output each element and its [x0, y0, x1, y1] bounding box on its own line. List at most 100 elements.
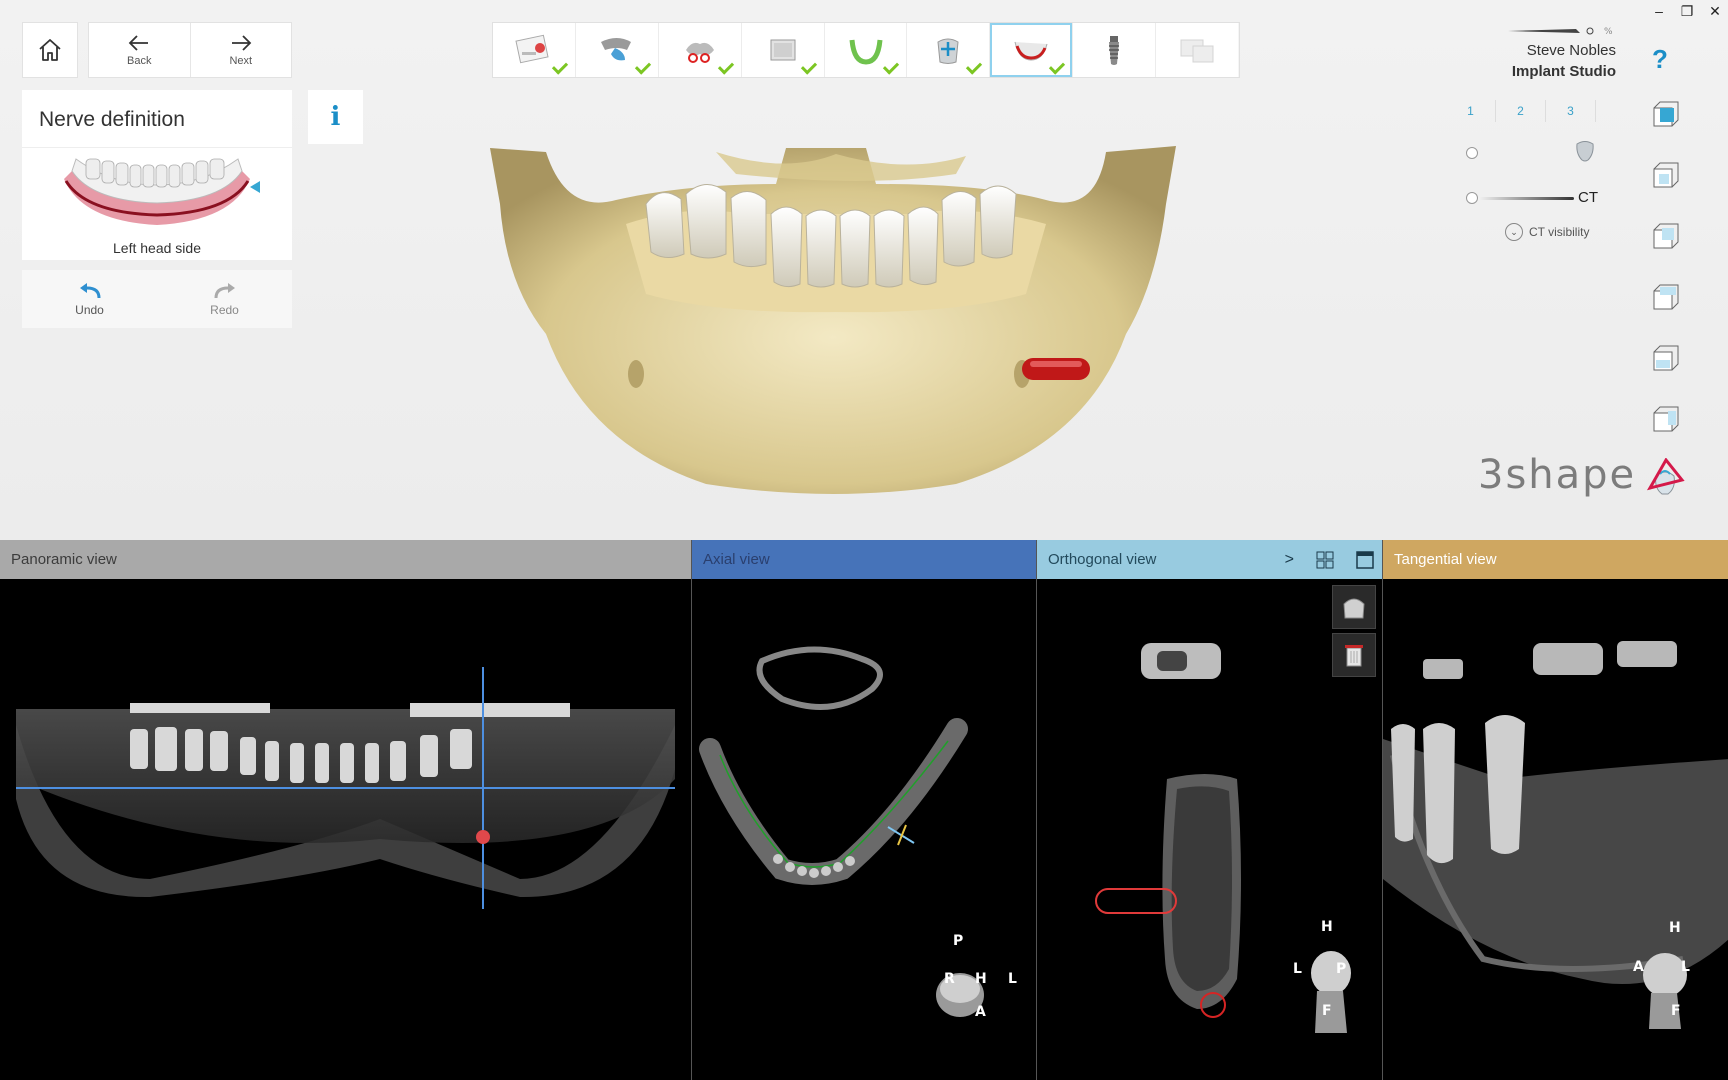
- axial-view: Axial view P R H L A: [691, 540, 1036, 1080]
- minimize-button[interactable]: –: [1652, 2, 1666, 20]
- redo-button[interactable]: Redo: [157, 270, 292, 328]
- orient-center: H: [975, 971, 987, 987]
- wf-step-volume[interactable]: [742, 23, 825, 77]
- panoramic-view-canvas[interactable]: [0, 579, 691, 1080]
- slider-knob[interactable]: [1466, 192, 1478, 204]
- orient-left: A: [1633, 959, 1644, 975]
- layout-tabs: 1 2 3: [1446, 100, 1596, 122]
- undo-label: Undo: [75, 302, 104, 317]
- orientation-head-icon[interactable]: [1303, 937, 1363, 1037]
- layout-tab-2[interactable]: 2: [1496, 100, 1546, 122]
- product-name: Implant Studio: [1511, 63, 1616, 80]
- trash-icon: [1345, 645, 1363, 667]
- nerve-point-marker: [476, 830, 490, 844]
- back-button[interactable]: Back: [89, 23, 190, 77]
- wf-step-nerve[interactable]: [990, 23, 1074, 77]
- orientation-head-icon[interactable]: [920, 951, 1000, 1041]
- view-cube-icon[interactable]: [1650, 344, 1680, 374]
- workspace-top: – ❐ ✕ Back Next Nerve definition Left he…: [0, 0, 1728, 540]
- orient-bottom: A: [975, 1004, 986, 1020]
- user-info: Steve Nobles Implant Studio: [1512, 40, 1616, 82]
- orient-top: H: [1669, 920, 1681, 936]
- 3d-view[interactable]: [486, 144, 1180, 494]
- panoramic-view-header[interactable]: Panoramic view: [0, 540, 691, 579]
- axial-view-canvas[interactable]: P R H L A: [692, 579, 1036, 1080]
- layout-tab-3[interactable]: 3: [1546, 100, 1596, 122]
- back-label: Back: [127, 55, 152, 67]
- info-icon: i: [330, 102, 341, 132]
- view-cube-icon[interactable]: [1650, 222, 1680, 252]
- volume-icon: [770, 39, 796, 61]
- brand-mark-icon: [1646, 458, 1685, 491]
- tangential-view-header[interactable]: Tangential view: [1383, 540, 1728, 579]
- home-button[interactable]: [22, 22, 78, 78]
- step-title: Nerve definition: [22, 90, 292, 148]
- orient-top: H: [1321, 919, 1333, 935]
- wf-step-report[interactable]: [1156, 23, 1240, 77]
- step-caption: Left head side: [113, 240, 201, 256]
- next-label: Next: [229, 55, 253, 67]
- brand-logo: 3shape: [1478, 452, 1637, 498]
- orient-top: P: [953, 933, 964, 949]
- view-header-buttons: >: [1285, 540, 1374, 579]
- orient-left: R: [944, 971, 955, 987]
- layout-tab-1[interactable]: 1: [1446, 100, 1496, 122]
- home-icon: [39, 39, 61, 61]
- pen-icon: %: [1508, 27, 1613, 36]
- navigation-group: Back Next: [88, 22, 292, 78]
- wf-step-arch[interactable]: [825, 23, 908, 77]
- tooth-opacity-icon: [1576, 141, 1594, 162]
- report-icon: [1180, 39, 1214, 63]
- orthogonal-view: Orthogonal view > H L P F: [1036, 540, 1382, 1080]
- wf-step-order-form[interactable]: [493, 23, 576, 77]
- delete-tool-button[interactable]: [1332, 633, 1376, 677]
- next-button[interactable]: Next: [189, 23, 292, 77]
- tooth-add-icon: [937, 38, 959, 64]
- undo-button[interactable]: Undo: [22, 270, 157, 328]
- orient-right: L: [1008, 971, 1017, 987]
- workflow-toolbar: [492, 22, 1240, 78]
- view-cube-icon[interactable]: [1650, 283, 1680, 313]
- tangential-view: Tangential view H A L F: [1382, 540, 1728, 1080]
- slider-track[interactable]: [1478, 197, 1574, 200]
- orientation-head-icon[interactable]: [1627, 941, 1701, 1031]
- maximize-icon[interactable]: [1356, 550, 1374, 569]
- info-button[interactable]: i: [308, 90, 363, 144]
- ct-visibility-toggle[interactable]: ⌄ CT visibility: [1505, 223, 1589, 241]
- grid-layout-icon[interactable]: [1316, 551, 1334, 569]
- view-cube-icon[interactable]: [1650, 405, 1680, 435]
- chevron-down-icon: ⌄: [1505, 223, 1523, 241]
- user-name: Steve Nobles: [1526, 42, 1616, 59]
- wf-step-tooth-add[interactable]: [907, 23, 991, 77]
- slider-knob[interactable]: [1466, 147, 1478, 159]
- orthogonal-view-canvas[interactable]: H L P F: [1037, 579, 1382, 1080]
- jaw-model-icon: [64, 158, 260, 225]
- orthogonal-view-header[interactable]: Orthogonal view >: [1037, 540, 1382, 579]
- scissors-icon: [685, 42, 714, 63]
- wf-step-implant[interactable]: [1073, 23, 1157, 77]
- implant-icon: [1109, 36, 1120, 65]
- chevron-right-icon[interactable]: >: [1285, 540, 1294, 579]
- tangential-view-canvas[interactable]: H A L F: [1383, 579, 1728, 1080]
- orient-bottom: F: [1322, 1003, 1332, 1019]
- wf-step-cut[interactable]: [659, 23, 742, 77]
- axial-view-header[interactable]: Axial view: [692, 540, 1036, 579]
- tooth-tool-button[interactable]: [1332, 585, 1376, 629]
- undo-redo-panel: Undo Redo: [22, 270, 292, 328]
- step-illustration: [22, 148, 292, 240]
- arch-icon: [849, 39, 882, 65]
- orient-left: L: [1293, 961, 1302, 977]
- redo-label: Redo: [210, 302, 239, 317]
- restore-button[interactable]: ❐: [1680, 2, 1694, 20]
- wf-step-scan[interactable]: [576, 23, 659, 77]
- help-button[interactable]: ?: [1646, 44, 1674, 76]
- view-cube-icon[interactable]: [1650, 161, 1680, 191]
- ct-slider[interactable]: CT: [1466, 189, 1598, 207]
- arrow-right-icon: [231, 35, 252, 51]
- view-cube-icon[interactable]: [1650, 100, 1680, 130]
- close-button[interactable]: ✕: [1708, 2, 1722, 20]
- opacity-slider[interactable]: [1466, 141, 1594, 162]
- tooth-icon: [1343, 598, 1365, 619]
- panoramic-image: [16, 667, 675, 909]
- redo-icon: [214, 282, 235, 298]
